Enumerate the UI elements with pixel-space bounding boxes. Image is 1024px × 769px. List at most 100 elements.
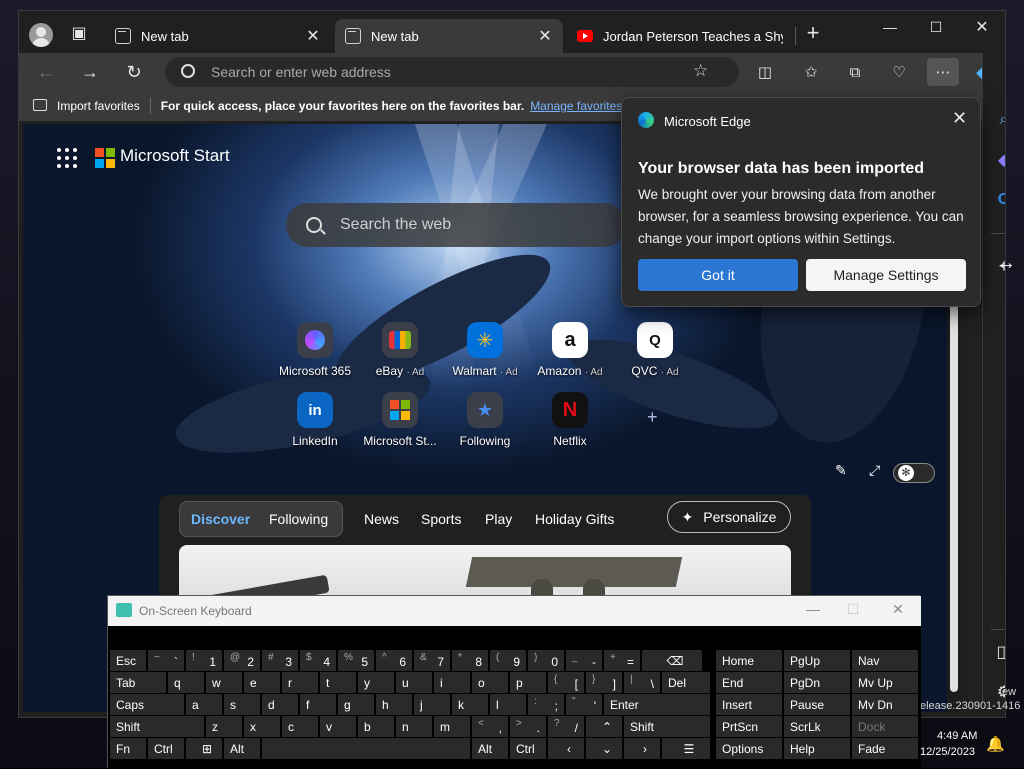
settings-more-icon[interactable]: ⋯: [927, 58, 959, 86]
key-del[interactable]: Del: [662, 672, 710, 693]
key-dock[interactable]: Dock: [852, 716, 918, 737]
key-l[interactable]: l: [490, 694, 526, 715]
manage-favorites-link[interactable]: Manage favorites: [530, 99, 622, 113]
close-tab-icon[interactable]: ✕: [305, 26, 321, 46]
key-u[interactable]: u: [396, 672, 432, 693]
key-backspace[interactable]: ⌫: [642, 650, 702, 671]
key-bracket-1[interactable]: }]: [586, 672, 622, 693]
key-shift-right[interactable]: Shift: [624, 716, 710, 737]
key-pgdn[interactable]: PgDn: [784, 672, 850, 693]
tab-new-tab-1[interactable]: New tab ✕: [105, 19, 331, 53]
quick-link-following[interactable]: ★ Following: [443, 392, 527, 448]
got-it-button[interactable]: Got it: [638, 259, 798, 291]
key-bracket-0[interactable]: {[: [548, 672, 584, 693]
refresh-icon[interactable]: ↻: [119, 58, 149, 86]
tab-new-tab-2[interactable]: New tab ✕: [335, 19, 563, 53]
key-k[interactable]: k: [452, 694, 488, 715]
key-fn[interactable]: Fn: [110, 738, 146, 759]
maximize-icon[interactable]: ☐: [913, 11, 959, 43]
tab-actions-icon[interactable]: ▣: [65, 19, 93, 47]
key-=[interactable]: + =: [604, 650, 640, 671]
key-pgup[interactable]: PgUp: [784, 650, 850, 671]
forward-arrow-icon[interactable]: →: [75, 58, 105, 86]
copilot-icon[interactable]: ◆: [989, 145, 1005, 175]
hide-sidebar-icon[interactable]: ◫: [989, 637, 1005, 667]
tab-play[interactable]: Play: [485, 511, 512, 527]
key-e[interactable]: e: [244, 672, 280, 693]
key-ctrl-left[interactable]: Ctrl: [148, 738, 184, 759]
key-s[interactable]: s: [224, 694, 260, 715]
key-alt-left[interactable]: Alt: [224, 738, 260, 759]
key-o[interactable]: o: [472, 672, 508, 693]
quick-link-walmart[interactable]: ✳ Walmart · Ad: [443, 322, 527, 378]
key-help[interactable]: Help: [784, 738, 850, 759]
edit-background-icon[interactable]: ✎: [835, 462, 847, 479]
key-ctrl-right[interactable]: Ctrl: [510, 738, 546, 759]
windows-key-icon[interactable]: ⊞: [186, 738, 222, 759]
close-window-icon[interactable]: ✕: [959, 11, 1005, 43]
quick-link-ebay[interactable]: eBay · Ad: [358, 322, 442, 378]
expand-icon[interactable]: ⤢: [869, 462, 880, 479]
key-arrow-right[interactable]: ›: [624, 738, 660, 759]
collections-icon[interactable]: ⧉: [839, 58, 871, 86]
key-r[interactable]: r: [282, 672, 318, 693]
split-screen-icon[interactable]: ◫: [749, 58, 781, 86]
minimize-icon[interactable]: —: [798, 601, 828, 621]
key-insert[interactable]: Insert: [716, 694, 782, 715]
tab-news[interactable]: News: [364, 511, 399, 527]
key-g[interactable]: g: [338, 694, 374, 715]
quick-link-microsoft-store[interactable]: Microsoft St...: [358, 392, 442, 448]
notification-bell-icon[interactable]: 🔔: [986, 735, 1005, 753]
key-1[interactable]: ! 1: [186, 650, 222, 671]
profile-avatar[interactable]: [29, 23, 53, 47]
clock-time[interactable]: 4:49 AM: [937, 730, 977, 742]
key-enter[interactable]: Enter: [604, 694, 710, 715]
key-alt-right[interactable]: Alt: [472, 738, 508, 759]
tab-discover[interactable]: Discover: [191, 511, 250, 527]
key-c[interactable]: c: [282, 716, 318, 737]
tab-sports[interactable]: Sports: [421, 511, 461, 527]
close-tab-icon[interactable]: ✕: [537, 26, 553, 46]
import-favorites-link[interactable]: Import favorites: [57, 99, 140, 113]
key-j[interactable]: j: [414, 694, 450, 715]
key-space[interactable]: [262, 738, 470, 759]
key-a[interactable]: a: [186, 694, 222, 715]
clock-date[interactable]: 12/25/2023: [920, 746, 975, 758]
browser-essentials-icon[interactable]: ♡: [883, 58, 915, 86]
key-menu-icon[interactable]: ☰: [662, 738, 710, 759]
key-arrow-up[interactable]: ⌃: [586, 716, 622, 737]
personalize-button[interactable]: ✦ Personalize: [667, 501, 791, 533]
key-3[interactable]: #3: [262, 650, 298, 671]
key-6[interactable]: ^ 6: [376, 650, 412, 671]
osk-titlebar[interactable]: On-Screen Keyboard — ☐ ✕: [108, 596, 921, 626]
key-t[interactable]: t: [320, 672, 356, 693]
close-popup-icon[interactable]: ✕: [952, 108, 967, 129]
key-nav[interactable]: Nav: [852, 650, 918, 671]
favorite-star-icon[interactable]: ☆: [693, 61, 708, 81]
key-w[interactable]: w: [206, 672, 242, 693]
favorites-icon[interactable]: ✩: [795, 58, 827, 86]
key-punct-r4-0[interactable]: <,: [472, 716, 508, 737]
tab-following[interactable]: Following: [269, 511, 328, 527]
key-end[interactable]: End: [716, 672, 782, 693]
key-punct-1[interactable]: " ': [566, 694, 602, 715]
quick-link-amazon[interactable]: a Amazon · Ad: [528, 322, 612, 378]
key-pause[interactable]: Pause: [784, 694, 850, 715]
key-punct-r4-1[interactable]: >.: [510, 716, 546, 737]
key-home[interactable]: Home: [716, 650, 782, 671]
key-`[interactable]: ~ `: [148, 650, 184, 671]
key-caps[interactable]: Caps: [110, 694, 184, 715]
key-m[interactable]: m: [434, 716, 470, 737]
key-0[interactable]: ) 0: [528, 650, 564, 671]
minimize-icon[interactable]: —: [867, 11, 913, 43]
new-tab-plus-icon[interactable]: +: [799, 19, 827, 47]
back-arrow-icon[interactable]: ←: [31, 58, 61, 86]
key-7[interactable]: & 7: [414, 650, 450, 671]
key-q[interactable]: q: [168, 672, 204, 693]
key-d[interactable]: d: [262, 694, 298, 715]
manage-settings-button[interactable]: Manage Settings: [806, 259, 966, 291]
key-p[interactable]: p: [510, 672, 546, 693]
key-4[interactable]: $4: [300, 650, 336, 671]
search-icon[interactable]: ⌕: [989, 105, 1005, 135]
key-z[interactable]: z: [206, 716, 242, 737]
